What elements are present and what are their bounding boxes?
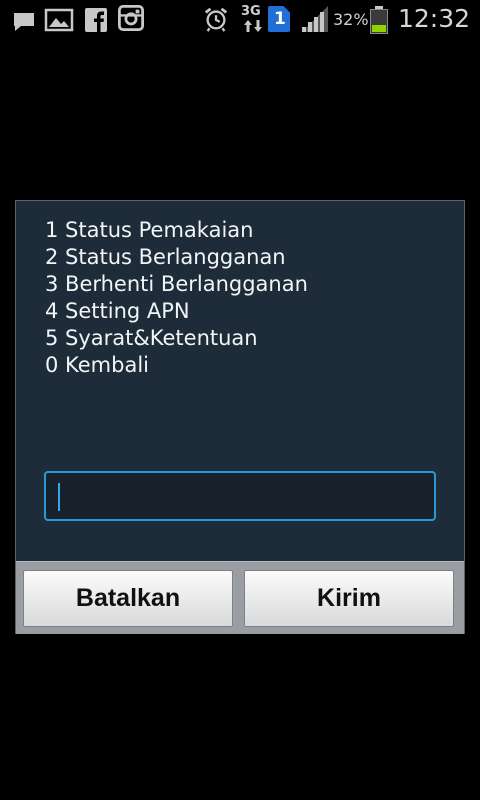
button-bar: Batalkan Kirim (16, 561, 464, 634)
text-caret (58, 483, 60, 511)
menu-text: 1 Status Pemakaian 2 Status Berlangganan… (45, 217, 445, 379)
menu-line: 3 Berhenti Berlangganan (45, 272, 308, 296)
instagram-icon (118, 5, 144, 31)
message-icon (14, 13, 34, 31)
clock-time: 12:32 (398, 4, 471, 33)
cancel-button[interactable]: Batalkan (23, 570, 233, 627)
send-button[interactable]: Kirim (244, 570, 454, 627)
network-type-label: 3G (241, 4, 261, 19)
sim-number-label: 1 (274, 9, 286, 29)
menu-line: 5 Syarat&Ketentuan (45, 326, 258, 350)
status-bar: 3G 1 32% 12:32 (0, 0, 480, 38)
data-arrows-icon (244, 20, 262, 32)
reply-input[interactable] (46, 473, 434, 519)
network-3g-icon: 3G (241, 4, 265, 34)
battery-body (370, 9, 388, 34)
menu-line: 2 Status Berlangganan (45, 245, 286, 269)
reply-input-container[interactable] (44, 471, 436, 521)
menu-line: 4 Setting APN (45, 299, 190, 323)
menu-line: 0 Kembali (45, 353, 150, 377)
battery-fill (372, 25, 386, 32)
sim-1-icon: 1 (268, 6, 290, 32)
ussd-dialog: 1 Status Pemakaian 2 Status Berlangganan… (15, 200, 465, 634)
alarm-icon (204, 7, 228, 32)
facebook-icon (85, 8, 107, 32)
battery-percent-label: 32% (333, 10, 369, 29)
gallery-icon (44, 8, 74, 32)
signal-icon (302, 6, 328, 32)
battery-icon (370, 6, 388, 34)
menu-line: 1 Status Pemakaian (45, 218, 254, 242)
